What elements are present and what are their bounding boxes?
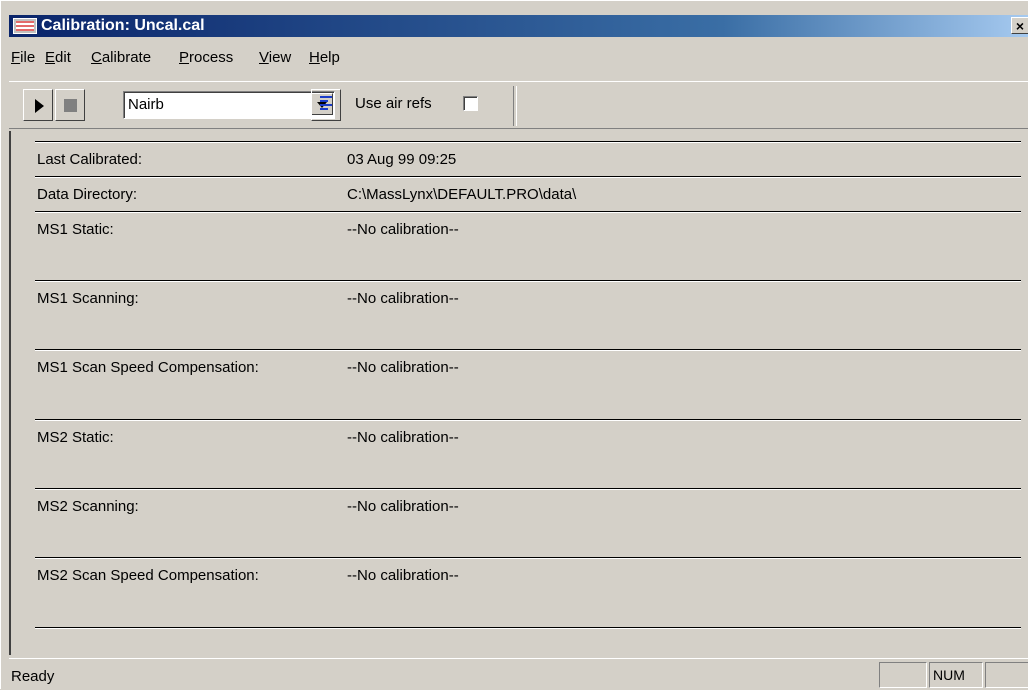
calibration-details: Last Calibrated: 03 Aug 99 09:25 Data Di… [9,131,1028,655]
app-icon[interactable] [13,18,37,34]
menu-file[interactable]: File [11,49,35,66]
status-panel-scroll [985,662,1028,688]
play-icon [35,99,44,113]
status-bar: Ready NUM [9,658,1028,690]
start-button[interactable] [23,89,53,121]
reference-select[interactable]: Nairb [123,91,335,119]
use-air-refs-label: Use air refs [355,95,432,112]
row-divider [35,488,1021,490]
row-label: MS1 Scanning: [37,290,139,307]
row-value: --No calibration-- [347,359,459,376]
row-divider [35,176,1021,178]
row-value: --No calibration-- [347,429,459,446]
row-label: MS2 Scanning: [37,498,139,515]
toolbar-separator [513,86,517,126]
title-bar[interactable]: Calibration: Uncal.cal × [9,15,1028,37]
row-divider [35,419,1021,421]
row-label: Data Directory: [37,186,138,203]
menu-process[interactable]: Process [179,49,233,66]
toolbar: Nairb Use air refs [9,81,1028,129]
row-divider [35,280,1021,282]
row-label: MS1 Static: [37,221,114,238]
list-icon [320,96,332,114]
row-divider [35,211,1021,213]
row-label: MS2 Static: [37,429,114,446]
use-air-refs-checkbox[interactable] [463,96,478,111]
stop-icon [64,99,77,112]
row-value: --No calibration-- [347,221,459,238]
row-value: --No calibration-- [347,290,459,307]
stop-button[interactable] [55,89,85,121]
menu-help[interactable]: Help [309,49,340,66]
window-title: Calibration: Uncal.cal [41,17,205,34]
row-label: MS1 Scan Speed Compensation: [37,359,259,376]
row-divider [35,141,1021,143]
reference-select-value: Nairb [128,96,164,113]
row-divider [35,557,1021,559]
row-label: Last Calibrated: [37,151,143,168]
menu-calibrate[interactable]: Calibrate [91,49,151,66]
menu-edit[interactable]: Edit [45,49,71,66]
row-value: 03 Aug 99 09:25 [347,151,457,168]
menu-view[interactable]: View [259,49,291,66]
row-divider [35,349,1021,351]
row-value: --No calibration-- [347,498,459,515]
close-button[interactable]: × [1011,17,1028,34]
row-value: --No calibration-- [347,567,459,584]
status-text: Ready [11,668,55,685]
row-label: MS2 Scan Speed Compensation: [37,567,259,584]
status-panel-caps [879,662,927,688]
menu-bar: File Edit Calibrate Process View Help [9,45,1028,69]
status-panel-num: NUM [929,662,983,688]
row-divider [35,627,1021,629]
list-view-button[interactable] [311,89,341,121]
row-value: C:\MassLynx\DEFAULT.PRO\data\ [347,186,577,203]
calibration-window: Calibration: Uncal.cal × File Edit Calib… [0,0,1028,689]
